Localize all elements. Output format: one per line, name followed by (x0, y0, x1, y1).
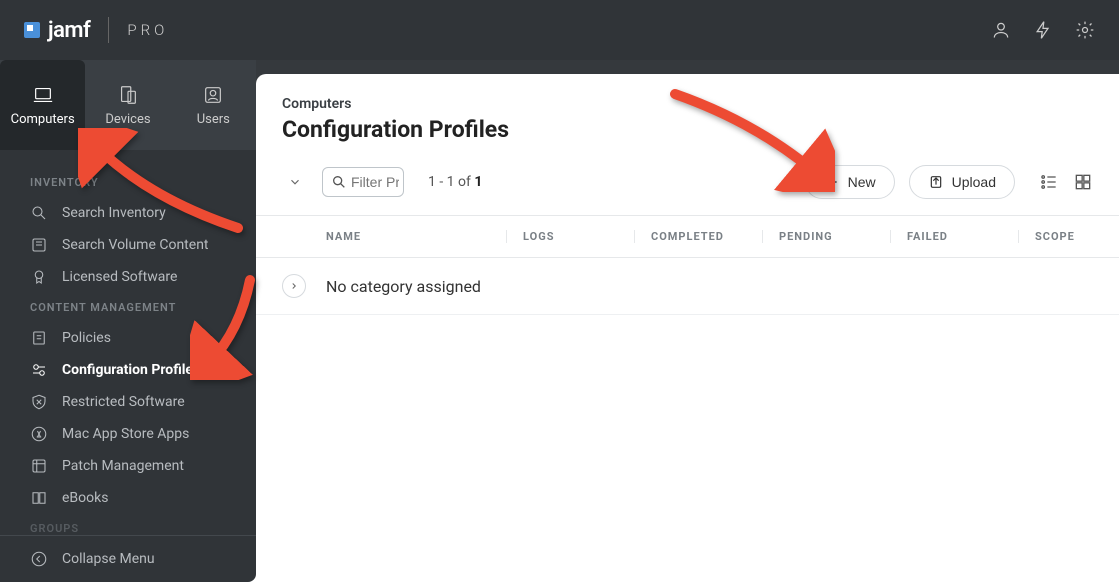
nav-tab-devices[interactable]: Devices (85, 60, 170, 150)
laptop-icon (30, 84, 56, 106)
brand-edition: PRO (127, 21, 168, 39)
sidebar-item-label: Policies (62, 330, 111, 346)
sidebar-item-mac-app-store[interactable]: Mac App Store Apps (0, 418, 256, 450)
logo-separator (108, 17, 109, 43)
breadcrumb: Computers (282, 96, 1093, 112)
col-name[interactable]: NAME (326, 230, 506, 243)
sidebar-item-patch-management[interactable]: Patch Management (0, 450, 256, 482)
row-label: No category assigned (326, 277, 481, 296)
sidebar-item-label: Search Inventory (62, 205, 166, 221)
volume-icon (30, 236, 48, 254)
restricted-icon (30, 393, 48, 411)
sidebar-item-ebooks[interactable]: eBooks (0, 482, 256, 514)
main-area: Computers Configuration Profiles 1 - 1 o… (256, 60, 1119, 582)
chevron-down-icon (288, 175, 302, 189)
plus-icon (824, 174, 840, 190)
lightning-icon[interactable] (1033, 20, 1053, 40)
collapse-icon (30, 550, 48, 568)
nav-tab-users[interactable]: Users (171, 60, 256, 150)
gear-icon[interactable] (1075, 20, 1095, 40)
table-header: NAME LOGS COMPLETED PENDING FAILED SCOPE (256, 216, 1119, 258)
collapse-toggle-button[interactable] (282, 169, 308, 195)
collapse-label: Collapse Menu (62, 551, 155, 567)
range-total: 1 (474, 174, 482, 190)
config-icon (30, 361, 48, 379)
top-bar: jamf PRO (0, 0, 1119, 60)
col-failed[interactable]: FAILED (890, 230, 1018, 243)
sidebar-item-label: eBooks (62, 490, 108, 506)
logo: jamf PRO (24, 17, 168, 43)
result-count: 1 - 1 of 1 (428, 174, 482, 190)
new-button-label: New (848, 174, 876, 190)
chevron-right-icon (289, 281, 299, 291)
policy-icon (30, 329, 48, 347)
users-icon (200, 84, 226, 106)
col-scope[interactable]: SCOPE (1018, 230, 1093, 243)
collapse-menu-button[interactable]: Collapse Menu (0, 535, 256, 582)
upload-button-label: Upload (952, 174, 996, 190)
page-title: Configuration Profiles (282, 116, 1093, 143)
nav-tab-label: Devices (105, 112, 150, 127)
view-toggle (1039, 172, 1093, 192)
search-icon (331, 174, 347, 190)
sidebar-item-restricted-software[interactable]: Restricted Software (0, 386, 256, 418)
devices-icon (115, 84, 141, 106)
toolbar: 1 - 1 of 1 New Upload (256, 155, 1119, 216)
new-button[interactable]: New (805, 165, 895, 199)
brand-name: jamf (48, 18, 90, 43)
sidebar-item-label: Patch Management (62, 458, 184, 474)
sidebar-item-search-inventory[interactable]: Search Inventory (0, 197, 256, 229)
upload-button[interactable]: Upload (909, 165, 1015, 199)
sidebar-item-licensed-software[interactable]: Licensed Software (0, 261, 256, 293)
col-completed[interactable]: COMPLETED (634, 230, 762, 243)
expand-row-button[interactable] (282, 274, 306, 298)
appstore-icon (30, 425, 48, 443)
topbar-actions (991, 20, 1095, 40)
nav-tab-label: Computers (11, 112, 75, 127)
nav-tab-label: Users (197, 112, 230, 127)
table-row: No category assigned (256, 258, 1119, 315)
sidebar-item-label: Restricted Software (62, 394, 185, 410)
upload-icon (928, 174, 944, 190)
filter-input-wrapper[interactable] (322, 167, 404, 197)
patch-icon (30, 457, 48, 475)
nav-tabs: Computers Devices Users (0, 60, 256, 150)
sidebar: Computers Devices Users INVENTORY Search… (0, 60, 256, 582)
search-icon (30, 204, 48, 222)
sidebar-item-search-volume[interactable]: Search Volume Content (0, 229, 256, 261)
sidebar-scroll: INVENTORY Search Inventory Search Volume… (0, 150, 256, 535)
sidebar-item-label: Configuration Profiles (62, 362, 200, 378)
col-pending[interactable]: PENDING (762, 230, 890, 243)
user-icon[interactable] (991, 20, 1011, 40)
sidebar-item-policies[interactable]: Policies (0, 322, 256, 354)
license-icon (30, 268, 48, 286)
group-label-content-management: CONTENT MANAGEMENT (0, 293, 256, 322)
sidebar-item-configuration-profiles[interactable]: Configuration Profiles (0, 354, 256, 386)
col-logs[interactable]: LOGS (506, 230, 634, 243)
sidebar-item-label: Mac App Store Apps (62, 426, 189, 442)
ebook-icon (30, 489, 48, 507)
range-text: 1 - 1 of (428, 174, 474, 190)
sidebar-item-label: Search Volume Content (62, 237, 209, 253)
content-panel: Computers Configuration Profiles 1 - 1 o… (256, 74, 1119, 582)
grid-view-icon[interactable] (1073, 172, 1093, 192)
list-view-icon[interactable] (1039, 172, 1059, 192)
group-label-inventory: INVENTORY (0, 168, 256, 197)
logo-mark-icon (24, 22, 40, 38)
sidebar-item-label: Licensed Software (62, 269, 177, 285)
nav-tab-computers[interactable]: Computers (0, 60, 85, 150)
group-label-groups: GROUPS (0, 514, 256, 535)
filter-input[interactable] (351, 174, 399, 190)
